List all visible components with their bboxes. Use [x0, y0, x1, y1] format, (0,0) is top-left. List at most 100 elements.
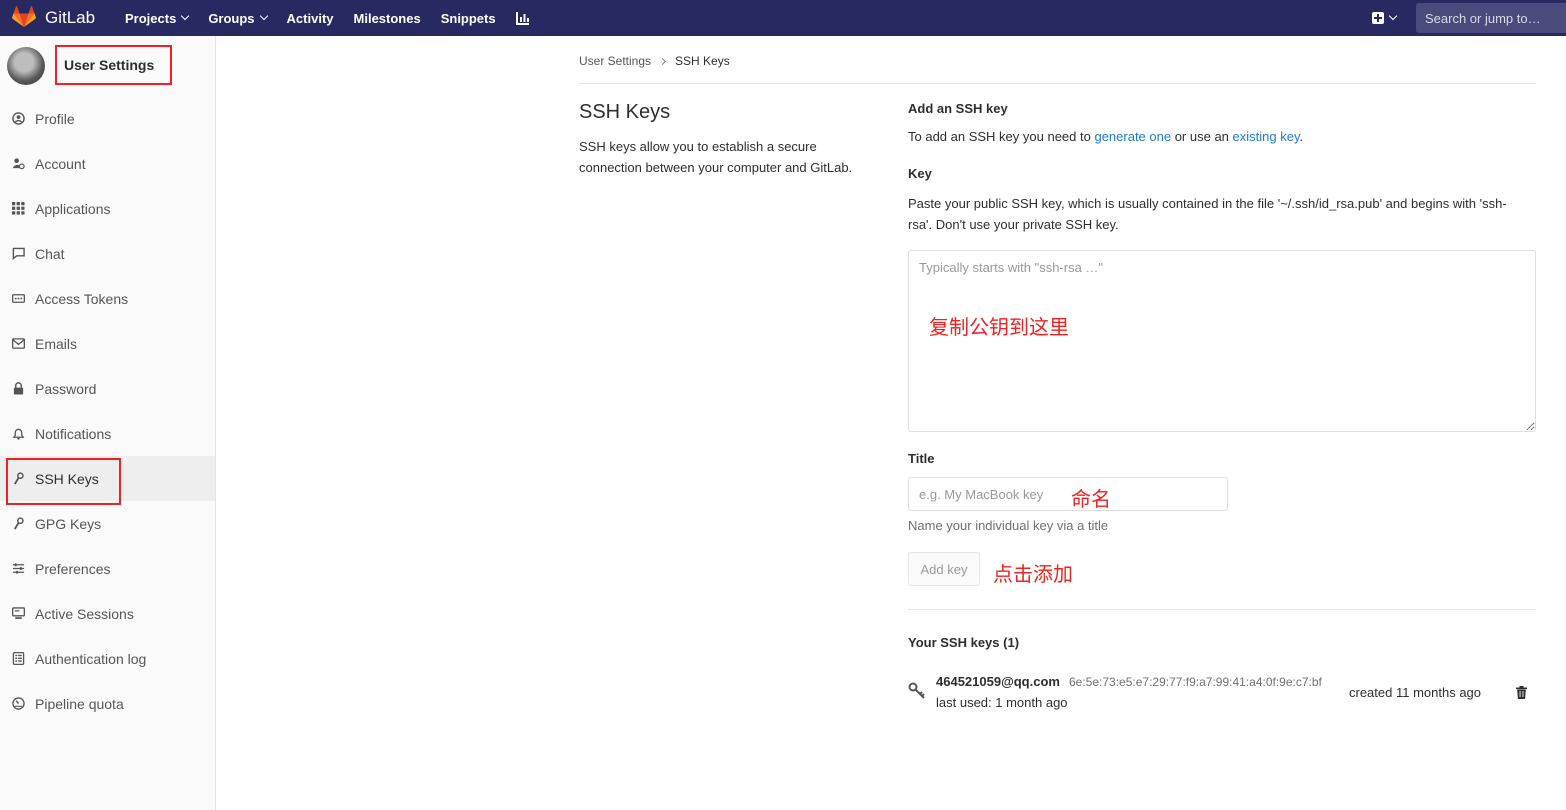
generate-one-link[interactable]: generate one [1094, 129, 1171, 144]
sidebar-item-preferences[interactable]: Preferences [0, 546, 215, 591]
monitor-icon [11, 607, 25, 621]
add-key-button[interactable]: Add key [908, 552, 980, 586]
add-ssh-key-heading: Add an SSH key [908, 101, 1008, 116]
chart-icon [515, 12, 529, 25]
sidebar-item-authentication-log[interactable]: Authentication log [0, 636, 215, 681]
chevron-down-icon [1388, 11, 1398, 21]
sidebar-item-label: Authentication log [35, 650, 147, 667]
sliders-icon [11, 562, 25, 576]
nav-links: Projects Groups Activity Milestones Snip… [125, 11, 550, 26]
search-input[interactable] [1416, 3, 1566, 33]
sidebar-item-pipeline-quota[interactable]: Pipeline quota [0, 681, 215, 726]
intro-suffix: . [1299, 129, 1304, 144]
applications-icon [11, 202, 25, 216]
nav-analytics[interactable] [515, 11, 530, 25]
token-icon [11, 292, 25, 306]
sidebar-item-label: Profile [35, 110, 75, 127]
your-keys-heading: Your SSH keys (1) [908, 635, 1020, 650]
divider [908, 609, 1536, 610]
nav-groups[interactable]: Groups [208, 10, 268, 26]
breadcrumb-current[interactable]: SSH Keys [675, 54, 730, 83]
sidebar-item-label: Applications [35, 200, 111, 217]
chevron-down-icon [181, 11, 190, 21]
sidebar-item-label: Account [35, 155, 86, 172]
chevron-right-icon [658, 57, 667, 66]
page-title: SSH Keys [579, 101, 671, 123]
sidebar-item-ssh-keys[interactable]: SSH Keys [0, 456, 215, 505]
sidebar-item-applications[interactable]: Applications [0, 186, 215, 231]
title-input[interactable] [908, 477, 1228, 511]
key-last-used: last used: 1 month ago [936, 695, 1068, 710]
nav-milestones[interactable]: Milestones [354, 11, 421, 26]
existing-key-link[interactable]: existing key [1233, 129, 1300, 144]
sidebar-item-label: Password [35, 380, 97, 397]
nav-snippets-label: Snippets [440, 10, 496, 26]
nav-activity-label: Activity [286, 10, 334, 26]
nav-milestones-label: Milestones [353, 10, 421, 26]
intro-middle: or use an [1171, 129, 1233, 144]
key-textarea[interactable] [908, 250, 1536, 432]
gitlab-home-link[interactable]: GitLab [12, 5, 112, 31]
sidebar-item-gpg-keys[interactable]: GPG Keys [0, 501, 215, 546]
title-help-text: Name your individual key via a title [908, 518, 1109, 533]
trash-icon [1516, 686, 1527, 699]
sidebar-context-header: User Settings [0, 36, 215, 96]
profile-icon [11, 112, 25, 126]
sidebar-item-label: Emails [35, 335, 78, 352]
sidebar-item-label: Active Sessions [35, 605, 134, 622]
key-help-text: Paste your public SSH key, which is usua… [908, 196, 1507, 232]
top-navbar: GitLab Projects Groups Activity Mileston… [0, 0, 1566, 36]
log-icon [11, 652, 25, 666]
quota-icon [11, 697, 25, 711]
new-dropdown-button[interactable] [1372, 11, 1398, 24]
key-icon [11, 517, 25, 531]
sidebar-item-label: Preferences [35, 560, 111, 577]
sidebar-item-notifications[interactable]: Notifications [0, 411, 215, 456]
gitlab-logo-icon [12, 5, 36, 31]
chat-icon [11, 247, 25, 261]
lock-icon [11, 382, 25, 396]
key-icon [11, 472, 25, 486]
sidebar-item-access-tokens[interactable]: Access Tokens [0, 276, 215, 321]
title-label: Title [908, 451, 935, 466]
key-fingerprint: 6e:5e:73:e5:e7:29:77:f9:a7:99:41:a4:0f:9… [1069, 675, 1322, 689]
sidebar-item-label: Access Tokens [35, 290, 129, 307]
email-icon [11, 337, 25, 351]
nav-projects[interactable]: Projects [125, 10, 190, 26]
sidebar-item-password[interactable]: Password [0, 366, 215, 411]
bell-icon [11, 427, 25, 441]
key-icon [908, 682, 926, 703]
ssh-key-row[interactable]: 464521059@qq.com 6e:5e:73:e5:e7:29:77:f9… [908, 672, 1536, 717]
key-title[interactable]: 464521059@qq.com [936, 674, 1060, 689]
sidebar-item-label: Notifications [35, 425, 112, 442]
key-created: created 11 months ago [1349, 685, 1482, 700]
delete-key-button[interactable] [1516, 686, 1527, 702]
breadcrumb-user-settings[interactable]: User Settings [579, 54, 651, 83]
sidebar-item-emails[interactable]: Emails [0, 321, 215, 366]
plus-icon [1372, 12, 1384, 24]
sidebar-item-profile[interactable]: Profile [0, 96, 215, 141]
sidebar-item-label: SSH Keys [35, 470, 99, 487]
sidebar-title[interactable]: User Settings [55, 45, 173, 85]
nav-snippets[interactable]: Snippets [441, 11, 496, 26]
key-label: Key [908, 166, 932, 181]
page-description: SSH keys allow you to establish a secure… [579, 139, 853, 175]
sidebar-item-label: GPG Keys [35, 515, 102, 532]
nav-right [1372, 0, 1566, 36]
account-icon [11, 157, 25, 171]
nav-groups-label: Groups [208, 10, 255, 26]
add-annotation: 点击添加 [993, 564, 1073, 586]
nav-projects-label: Projects [125, 10, 177, 26]
title-annotation: 命名 [1071, 489, 1111, 511]
sidebar-item-account[interactable]: Account [0, 141, 215, 186]
intro-prefix: To add an SSH key you need to [908, 129, 1095, 144]
sidebar-item-active-sessions[interactable]: Active Sessions [0, 591, 215, 636]
avatar[interactable] [7, 47, 45, 85]
brand-name: GitLab [45, 8, 96, 27]
sidebar-item-chat[interactable]: Chat [0, 231, 215, 276]
sidebar-item-label: Pipeline quota [35, 695, 124, 712]
breadcrumb: User Settings SSH Keys [579, 54, 1536, 84]
key-annotation: 复制公钥到这里 [929, 317, 1069, 339]
add-key-intro: To add an SSH key you need to generate o… [908, 129, 1303, 144]
nav-activity[interactable]: Activity [287, 11, 334, 26]
